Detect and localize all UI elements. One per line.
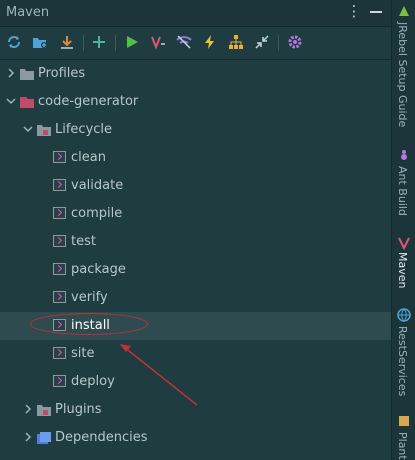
toolbar-separator [278,35,279,51]
maven-project-icon [20,97,34,108]
run-icon[interactable] [123,33,141,51]
goal-item-verify[interactable]: verify [0,284,391,312]
maven-goal-icon [53,151,66,163]
sidebar-tab-plant[interactable]: Plant [392,412,415,460]
maven-tool-window: Maven ⋮ Profiles code-generator Lifecycl… [0,0,391,460]
goal-label: deploy [71,374,115,389]
tree-item-profiles[interactable]: Profiles [0,60,391,88]
goal-item-clean[interactable]: clean [0,144,391,172]
toolbar-separator [115,35,116,51]
dependency-graph-icon[interactable] [227,33,245,51]
goal-item-compile[interactable]: compile [0,200,391,228]
settings-icon[interactable] [286,33,304,51]
chevron-right-icon[interactable] [23,404,33,414]
tree-item-project[interactable]: code-generator [0,88,391,116]
chevron-right-icon[interactable] [23,432,33,442]
maven-goal-icon[interactable] [149,33,167,51]
maven-goal-icon [53,347,66,359]
goal-item-site[interactable]: site [0,340,391,368]
sidebar-tab-label: JRebel Setup Guide [396,22,409,128]
tree-item-label: Lifecycle [55,122,113,137]
plugins-folder-icon [37,405,51,416]
goal-label: install [71,318,110,333]
sidebar-tab-jrebel[interactable]: JRebel Setup Guide [392,2,415,127]
maven-goal-icon [53,179,66,191]
goal-item-install[interactable]: install [0,312,391,340]
maven-goal-icon [53,207,66,219]
tree-item-plugins[interactable]: Plugins [0,396,391,424]
ant-icon [401,150,407,160]
lightning-icon[interactable] [201,33,219,51]
maven-goal-icon [53,375,66,387]
goal-label: site [71,346,95,361]
plus-icon[interactable] [90,33,108,51]
tree-item-label: Plugins [55,402,102,417]
download-icon[interactable] [58,33,76,51]
sidebar-tab-label: RestServices [396,326,409,397]
plantuml-icon [399,416,409,426]
goal-label: verify [71,290,108,305]
minimize-icon[interactable] [370,11,382,13]
jrebel-icon [399,6,409,16]
toolbar-separator [83,35,84,51]
chevron-down-icon[interactable] [6,96,16,106]
tree-item-label: Dependencies [55,430,148,445]
maven-goal-icon [53,235,66,247]
goal-item-test[interactable]: test [0,228,391,256]
chevron-down-icon[interactable] [23,124,33,134]
goal-label: clean [71,150,106,165]
sidebar-tab-ant-build[interactable]: Ant Build [392,146,415,218]
more-options-icon[interactable]: ⋮ [346,2,362,22]
collapse-icon[interactable] [253,33,271,51]
maven-goal-icon [53,319,66,331]
dependencies-icon [37,432,51,444]
goal-item-deploy[interactable]: deploy [0,368,391,396]
tree-item-label: Profiles [38,66,86,81]
right-tool-sidebar: JRebel Setup Guide Ant Build Maven RestS… [391,0,415,460]
maven-icon [398,237,410,250]
add-folder-icon[interactable] [31,33,49,51]
sidebar-tab-restservices[interactable]: RestServices [392,306,415,398]
goal-label: package [71,262,126,277]
tree-item-label: code-generator [38,94,139,109]
sidebar-tab-label: Ant Build [396,166,409,216]
chevron-right-icon[interactable] [6,68,16,78]
goal-label: compile [71,206,123,221]
goal-label: test [71,234,96,249]
tool-window-title: Maven [6,5,50,20]
goal-item-validate[interactable]: validate [0,172,391,200]
tree-item-lifecycle[interactable]: Lifecycle [0,116,391,144]
toggle-offline-icon[interactable] [175,33,193,51]
maven-toolbar [0,27,391,60]
sidebar-tab-maven[interactable]: Maven [392,234,415,294]
tool-window-header: Maven ⋮ [0,0,391,27]
maven-goal-icon [53,263,66,275]
lifecycle-folder-icon [37,125,51,136]
folder-icon [20,69,34,80]
tree-item-dependencies[interactable]: Dependencies [0,424,391,452]
sidebar-tab-label: Maven [396,252,409,289]
sidebar-tab-label: Plant [396,432,409,460]
reload-icon[interactable] [5,33,23,51]
maven-goal-icon [53,291,66,303]
globe-icon [397,308,411,322]
goal-label: validate [71,178,124,193]
goal-item-package[interactable]: package [0,256,391,284]
